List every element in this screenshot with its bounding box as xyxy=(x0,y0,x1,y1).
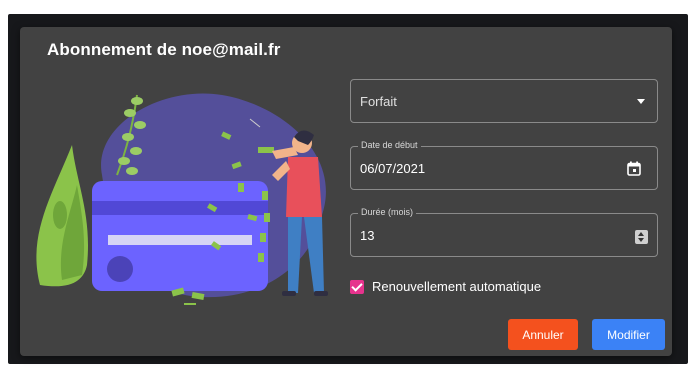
duration-field[interactable]: Durée (mois) 13 xyxy=(350,207,658,257)
start-date-field[interactable]: Date de début 06/07/2021 xyxy=(350,140,658,190)
checkbox-checked-icon[interactable] xyxy=(350,279,364,294)
duration-label: Durée (mois) xyxy=(358,207,417,217)
cancel-button[interactable]: Annuler xyxy=(508,319,578,350)
duration-value: 13 xyxy=(360,228,375,243)
auto-renew-label: Renouvellement automatique xyxy=(372,279,542,294)
calendar-icon[interactable] xyxy=(627,161,641,176)
subscription-dialog: Abonnement de noe@mail.fr Forfait Date d… xyxy=(20,27,672,356)
plan-select[interactable]: Forfait xyxy=(350,79,658,123)
start-date-value: 06/07/2021 xyxy=(360,161,426,176)
chevron-down-icon xyxy=(637,99,645,104)
modify-button[interactable]: Modifier xyxy=(592,319,665,350)
plan-select-placeholder: Forfait xyxy=(360,94,397,109)
spinner-icon[interactable] xyxy=(635,230,648,244)
auto-renew-toggle[interactable]: Renouvellement automatique xyxy=(350,279,541,294)
payment-illustration xyxy=(36,93,328,305)
dialog-title: Abonnement de noe@mail.fr xyxy=(47,40,281,59)
start-date-label: Date de début xyxy=(358,140,421,150)
